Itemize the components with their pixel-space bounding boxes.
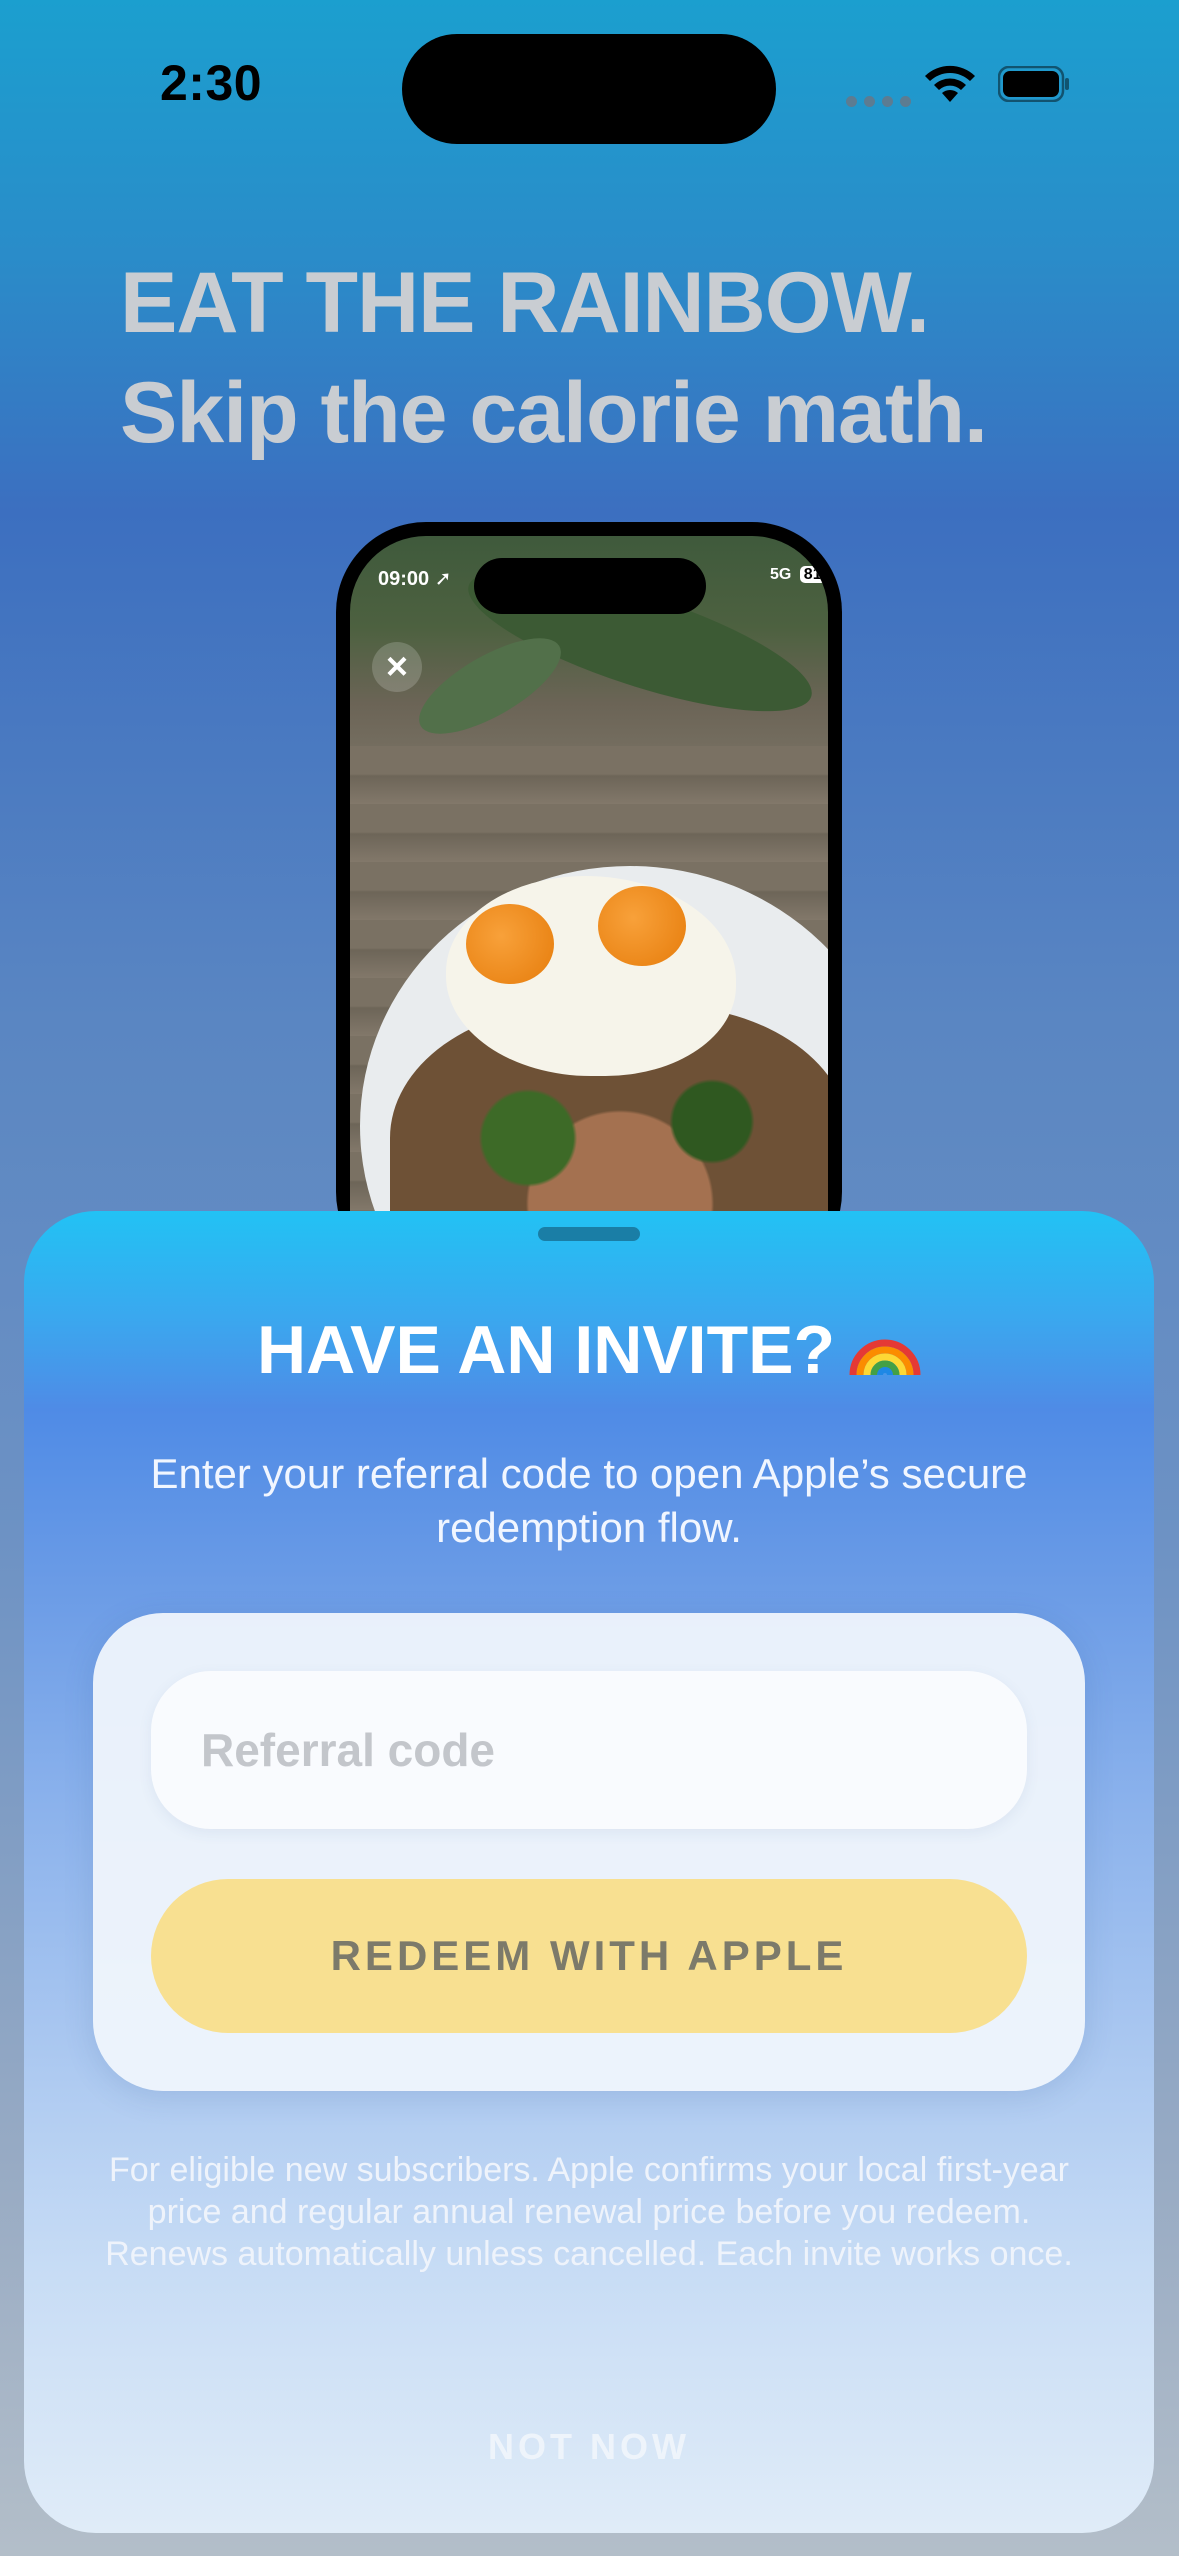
battery-icon [998, 66, 1069, 102]
location-arrow-icon: ➚ [434, 568, 452, 590]
not-now-button[interactable]: NOT NOW [389, 2415, 789, 2479]
sheet-grabber[interactable] [538, 1227, 640, 1241]
wifi-icon [925, 65, 975, 102]
dynamic-island [402, 34, 776, 144]
egg-yolk [466, 904, 554, 984]
close-icon: × [372, 642, 422, 692]
redeem-with-apple-button[interactable]: REDEEM WITH APPLE [151, 1879, 1027, 2033]
headline: EAT THE RAINBOW. Skip the calorie math. [120, 248, 1120, 468]
headline-line-2: Skip the calorie math. [120, 365, 988, 461]
headline-line-1: EAT THE RAINBOW. [120, 255, 930, 351]
redeem-card: REDEEM WITH APPLE [93, 1613, 1085, 2091]
cellular-signal-icon [846, 96, 911, 107]
mockup-dynamic-island [474, 558, 706, 614]
status-time: 2:30 [160, 55, 263, 111]
status-bar: 2:30 [0, 0, 1179, 170]
phone-screen: 09:00 ➚ 5G 81 × [350, 536, 828, 1296]
sheet-title-text: HAVE AN INVITE? [256, 1312, 836, 1388]
rainbow-icon [849, 1339, 921, 1376]
egg-yolk [598, 886, 686, 966]
referral-code-input[interactable] [151, 1671, 1027, 1829]
mockup-time: 09:00 ➚ [378, 566, 451, 591]
sheet-description: Enter your referral code to open Apple’s… [150, 1450, 1028, 1551]
mockup-status: 5G 81 [770, 566, 826, 584]
mockup-network: 5G [770, 566, 792, 583]
legal-disclaimer: For eligible new subscribers. Apple conf… [105, 2151, 1073, 2273]
mockup-battery: 81 [799, 566, 826, 583]
mockup-time-text: 09:00 [378, 568, 430, 590]
phone-mockup: 09:00 ➚ 5G 81 × [336, 522, 842, 1296]
invite-sheet: HAVE AN INVITE? Enter your referral code… [24, 1211, 1154, 2533]
plant-leaf [405, 620, 575, 752]
sheet-title: HAVE AN INVITE? [24, 1311, 1154, 1389]
